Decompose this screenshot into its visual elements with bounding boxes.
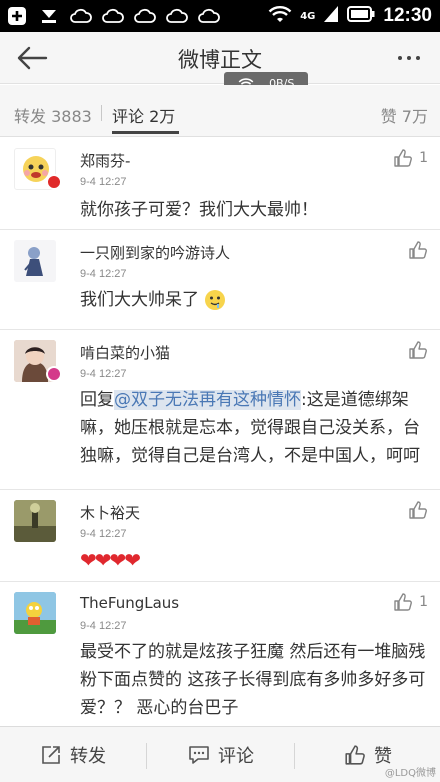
comment-item: TheFungLaus 9-4 12:27 1 最受不了的就是炫孩子狂魔 然后还… bbox=[0, 582, 440, 718]
thumbs-up-icon bbox=[409, 341, 427, 359]
cloud-icon bbox=[102, 5, 124, 27]
comment-username[interactable]: 郑雨芬- bbox=[80, 150, 130, 171]
comment-button[interactable]: 评论 bbox=[188, 727, 254, 782]
tab-comment[interactable]: 评论 2万 bbox=[112, 103, 175, 127]
drooling-emoji-icon bbox=[205, 290, 225, 310]
watermark: @LDQ微博 bbox=[384, 768, 436, 779]
tab-bar: 转发 3883 评论 2万 赞 7万 bbox=[0, 85, 440, 137]
active-tab-indicator bbox=[112, 131, 179, 134]
tab-divider bbox=[101, 105, 102, 121]
status-bar: 4G 12:30 bbox=[0, 0, 440, 32]
cloud-icon bbox=[70, 5, 92, 27]
signal-icon bbox=[323, 5, 339, 27]
comment-time: 9-4 12:27 bbox=[80, 620, 127, 632]
cloud-icon bbox=[166, 5, 188, 27]
comment-item: 啃白菜的小猫 9-4 12:27 回复@双子无法再有这种情怀:这是道德绑架嘛，她… bbox=[0, 330, 440, 490]
thumbs-up-icon bbox=[345, 745, 365, 765]
thumbs-up-icon bbox=[394, 593, 413, 611]
comment-text: 最受不了的就是炫孩子狂魔 然后还有一堆脑残粉下面点赞的 这孩子长得到底有多帅多好… bbox=[80, 642, 426, 718]
repost-label: 转发 bbox=[70, 746, 106, 767]
divider bbox=[146, 743, 147, 769]
more-dots-icon bbox=[398, 56, 420, 60]
comment-body: 我们大大帅呆了 bbox=[80, 286, 426, 314]
avatar[interactable] bbox=[14, 500, 56, 542]
page-title: 微博正文 bbox=[178, 48, 262, 72]
comment-time: 9-4 12:27 bbox=[80, 176, 127, 188]
comment-time: 9-4 12:27 bbox=[80, 268, 127, 280]
thumbs-up-icon bbox=[409, 501, 427, 519]
comment-icon bbox=[189, 746, 209, 764]
comment-time: 9-4 12:27 bbox=[80, 368, 127, 380]
bottom-action-bar: 转发 评论 赞 bbox=[0, 726, 440, 782]
avatar[interactable] bbox=[14, 592, 56, 634]
thumbs-up-icon bbox=[394, 149, 413, 167]
avatar[interactable] bbox=[14, 240, 56, 282]
like-count: 1 bbox=[419, 150, 428, 166]
cloud-icon bbox=[198, 5, 220, 27]
verified-badge-icon bbox=[46, 174, 62, 190]
comment-body: 回复@双子无法再有这种情怀:这是道德绑架嘛，她压根就是忘本，觉得跟自己没关系，台… bbox=[80, 386, 426, 470]
like-button[interactable] bbox=[408, 340, 428, 360]
comment-text: 就你孩子可爱？我们大大最帅！ bbox=[80, 200, 318, 220]
wifi-icon bbox=[268, 4, 292, 28]
reply-prefix: 回复 bbox=[80, 390, 114, 410]
battery-icon bbox=[347, 6, 375, 26]
comment-username[interactable]: 一只刚到家的吟游诗人 bbox=[80, 242, 230, 263]
divider bbox=[294, 743, 295, 769]
thumbs-up-icon bbox=[409, 241, 427, 259]
comment-time: 9-4 12:27 bbox=[80, 528, 127, 540]
verified-badge-icon bbox=[46, 366, 62, 382]
like-button[interactable]: 1 bbox=[393, 592, 428, 612]
like-button[interactable] bbox=[408, 500, 428, 520]
tab-like[interactable]: 赞 7万 bbox=[381, 103, 428, 127]
tab-repost[interactable]: 转发 3883 bbox=[14, 103, 92, 127]
comment-label: 评论 bbox=[218, 746, 254, 767]
more-button[interactable] bbox=[392, 44, 426, 72]
add-box-icon bbox=[6, 5, 28, 27]
repost-button[interactable]: 转发 bbox=[40, 727, 106, 782]
like-count: 1 bbox=[419, 594, 428, 610]
comment-username[interactable]: 木卜裕天 bbox=[80, 502, 140, 523]
comment-item: 木卜裕天 9-4 12:27 ❤❤❤❤ bbox=[0, 490, 440, 582]
status-time: 12:30 bbox=[383, 5, 432, 26]
comment-list: 郑雨芬- 9-4 12:27 1 就你孩子可爱？我们大大最帅！ 一只刚到家的吟游… bbox=[0, 138, 440, 718]
repost-icon bbox=[42, 746, 60, 764]
like-button[interactable] bbox=[408, 240, 428, 260]
comment-username[interactable]: TheFungLaus bbox=[80, 594, 179, 612]
mention-link[interactable]: @双子无法再有这种情怀 bbox=[114, 390, 301, 410]
comment-item: 郑雨芬- 9-4 12:27 1 就你孩子可爱？我们大大最帅！ bbox=[0, 138, 440, 230]
cloud-icon bbox=[134, 5, 156, 27]
header-bar: 微博正文 bbox=[0, 32, 440, 84]
comment-username[interactable]: 啃白菜的小猫 bbox=[80, 342, 170, 363]
comment-text: ❤❤❤❤ bbox=[80, 548, 141, 572]
comment-text: 我们大大帅呆了 bbox=[80, 290, 199, 310]
comment-item: 一只刚到家的吟游诗人 9-4 12:27 我们大大帅呆了 bbox=[0, 230, 440, 330]
status-bar-notifications bbox=[6, 5, 220, 27]
download-icon bbox=[38, 5, 60, 27]
like-button[interactable]: 1 bbox=[393, 148, 428, 168]
network-type: 4G bbox=[300, 10, 316, 22]
